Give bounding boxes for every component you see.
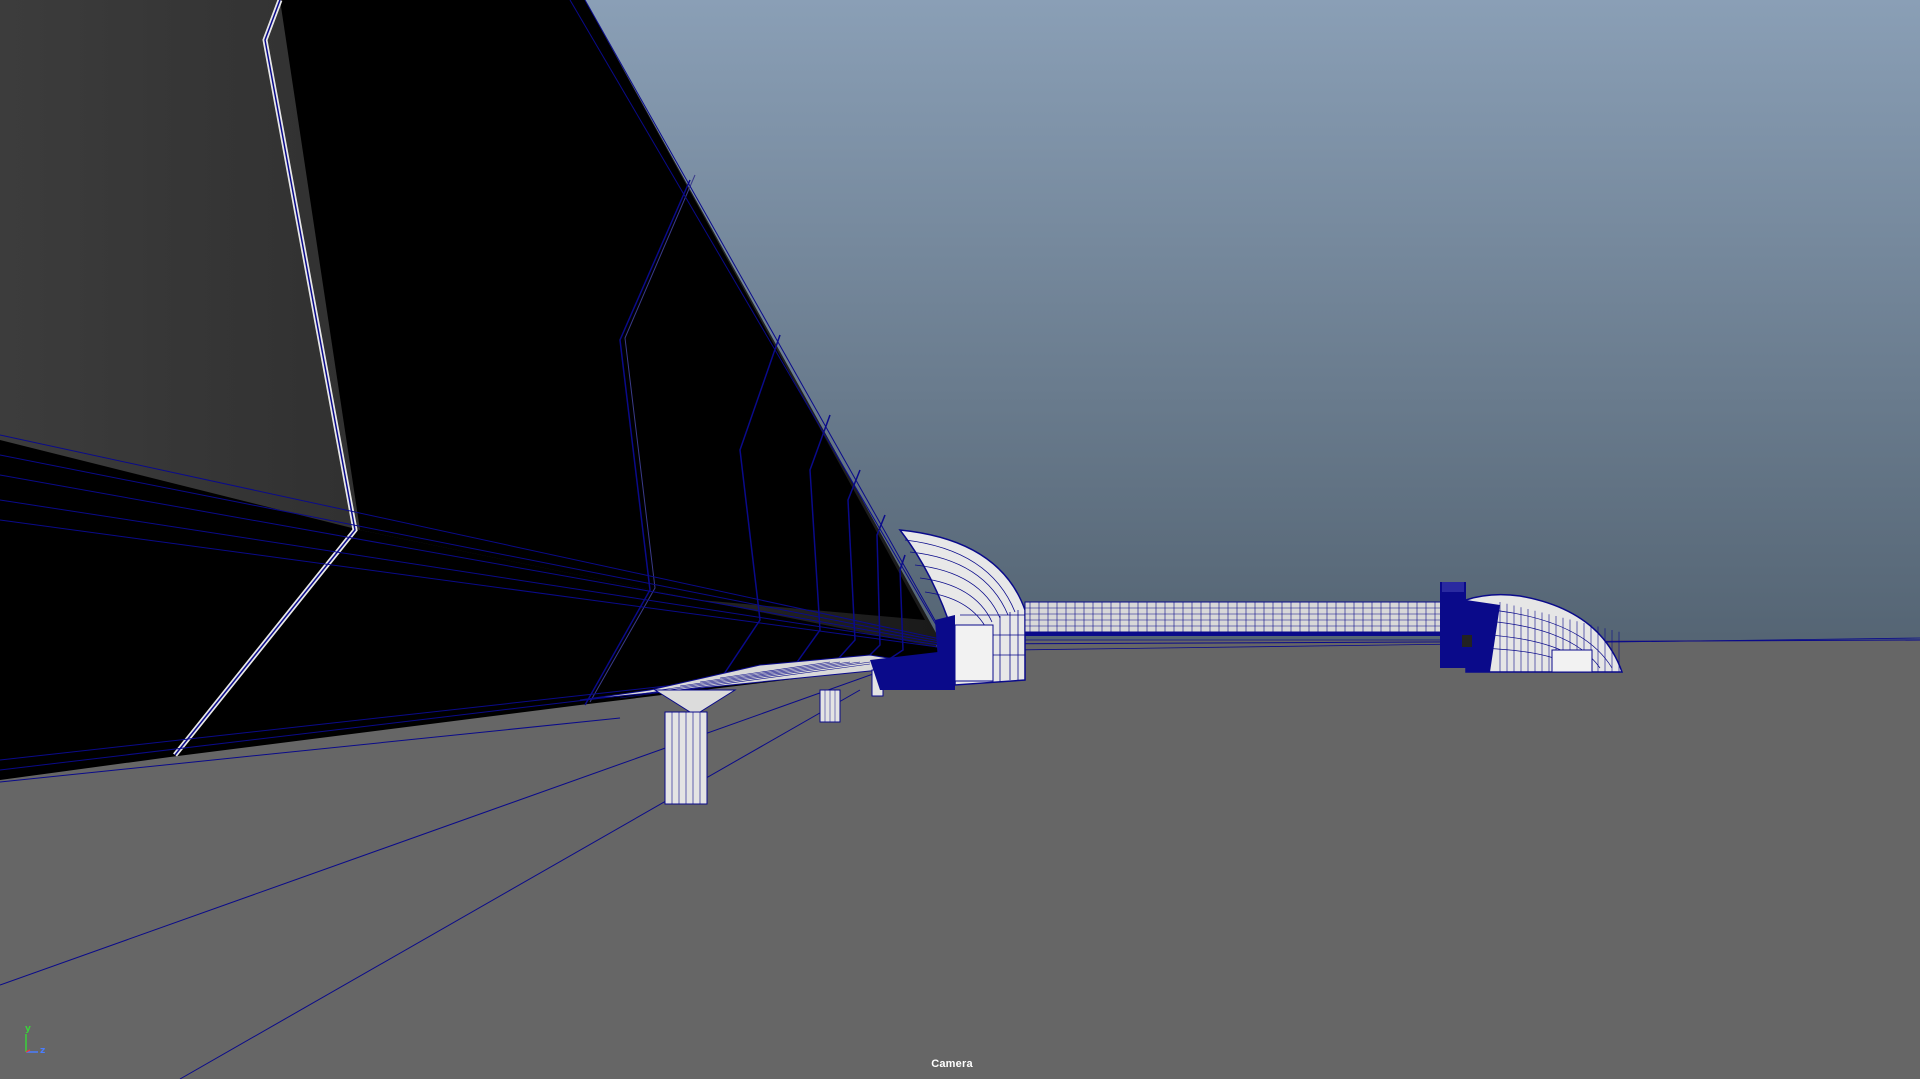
maya-3d-viewport[interactable]: y z Camera [0,0,1920,1079]
camera-name-label: Camera [931,1058,973,1070]
enclosed-bridge-tube [1024,601,1476,641]
axis-label-z: z [40,1046,46,1056]
viewport-scene[interactable] [0,0,1920,1079]
view-axis-gizmo-icon: y z [20,1024,56,1058]
support-pillar-2 [819,689,841,723]
axis-label-y: y [25,1024,31,1034]
